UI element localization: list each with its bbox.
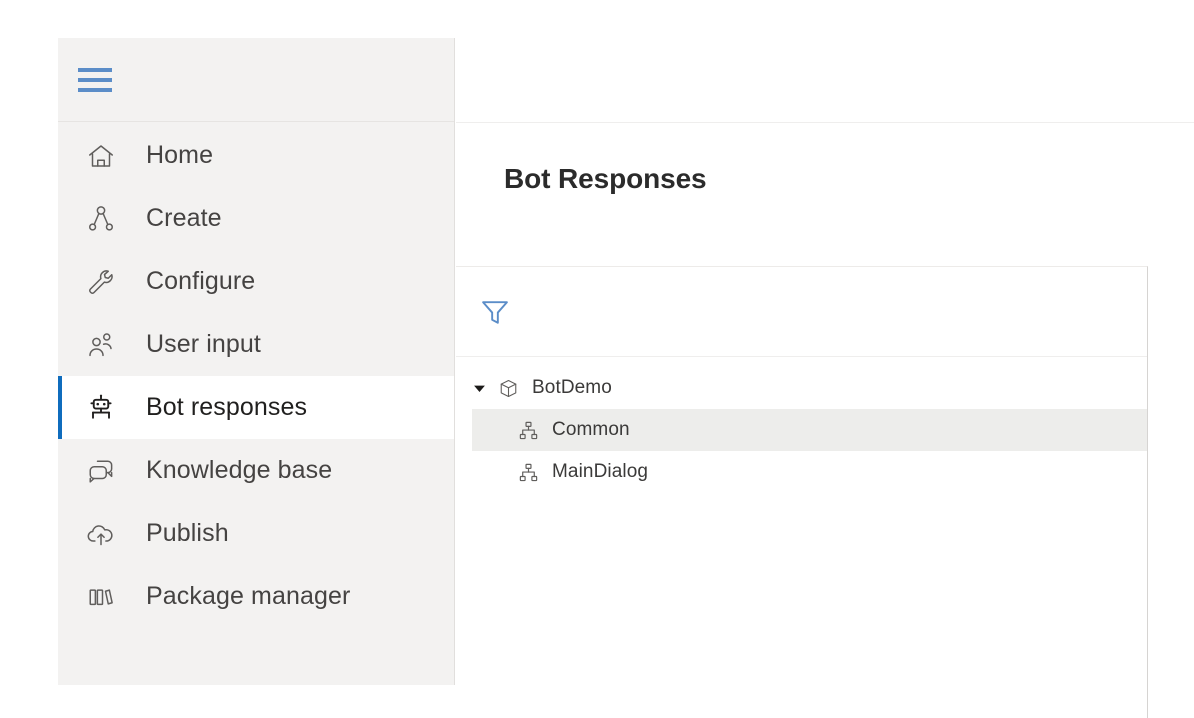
cloud-upload-icon — [84, 517, 118, 551]
filter-funnel-icon[interactable] — [472, 289, 518, 335]
chat-bubbles-icon — [84, 454, 118, 488]
hamburger-menu-icon[interactable] — [76, 62, 112, 98]
sidebar-item-label: Bot responses — [146, 393, 308, 421]
sidebar-item-label: Package manager — [146, 582, 351, 610]
hamburger-bar-1 — [78, 67, 112, 72]
hamburger-bar-3 — [78, 87, 112, 92]
sidebar-nav-list: Home Create Configure User input Bot res… — [58, 122, 454, 685]
main-content: Bot Responses BotDemo Common MainDialog — [456, 38, 1194, 718]
sidebar-item-label: Knowledge base — [146, 456, 333, 484]
sidebar-item-label: Create — [146, 204, 222, 232]
tree-item-label: BotDemo — [532, 377, 612, 398]
sidebar-item-label: Configure — [146, 267, 256, 295]
hamburger-bar-2 — [78, 77, 112, 82]
sidebar-item-publish[interactable]: Publish — [58, 502, 454, 565]
page-title: Bot Responses — [504, 163, 707, 194]
sidebar-header — [58, 38, 454, 122]
bot-responses-panel: BotDemo Common MainDialog — [456, 266, 1148, 718]
people-icon — [84, 328, 118, 362]
tree-item-maindialog[interactable]: MainDialog — [472, 451, 1147, 493]
sidebar-item-label: Home — [146, 141, 214, 169]
chevron-down-icon[interactable] — [468, 382, 490, 395]
wrench-icon — [84, 265, 118, 299]
tree-item-common[interactable]: Common — [472, 409, 1147, 451]
left-navigation-sidebar: Home Create Configure User input Bot res… — [58, 38, 455, 685]
sidebar-item-configure[interactable]: Configure — [58, 250, 454, 313]
page-title-area: Bot Responses — [456, 123, 1194, 220]
sidebar-item-label: Publish — [146, 519, 229, 547]
hierarchy-icon — [516, 418, 540, 442]
tree-item-label: Common — [552, 419, 630, 440]
app-root: Home Create Configure User input Bot res… — [0, 0, 1194, 718]
hierarchy-icon — [516, 460, 540, 484]
sidebar-item-create[interactable]: Create — [58, 187, 454, 250]
flow-node-icon — [84, 202, 118, 236]
tree-item-label: MainDialog — [552, 461, 649, 482]
filter-toolbar — [456, 267, 1147, 357]
robot-icon — [84, 391, 118, 425]
sidebar-item-bot-responses[interactable]: Bot responses — [58, 376, 454, 439]
tree-item-botdemo[interactable]: BotDemo — [456, 367, 1147, 409]
home-icon — [84, 139, 118, 173]
main-topbar — [456, 38, 1194, 123]
sidebar-item-label: User input — [146, 330, 261, 358]
cube-icon — [496, 376, 520, 400]
bot-responses-tree: BotDemo Common MainDialog — [456, 357, 1147, 493]
sidebar-item-home[interactable]: Home — [58, 124, 454, 187]
sidebar-item-knowledge-base[interactable]: Knowledge base — [58, 439, 454, 502]
books-icon — [84, 580, 118, 614]
sidebar-item-user-input[interactable]: User input — [58, 313, 454, 376]
sidebar-item-package-manager[interactable]: Package manager — [58, 565, 454, 628]
